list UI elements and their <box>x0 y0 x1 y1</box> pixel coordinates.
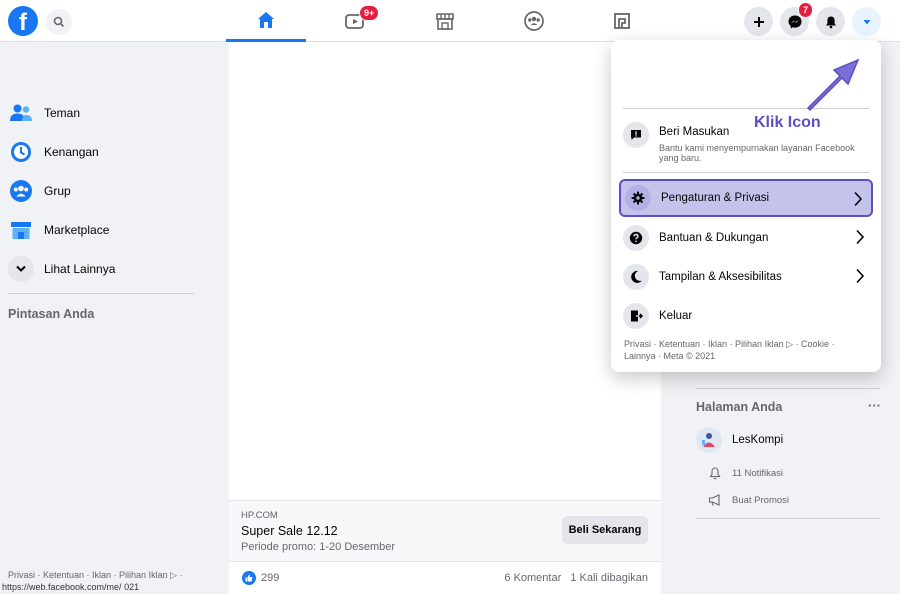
feedback-subtitle: Bantu kami menyempurnakan layanan Facebo… <box>659 143 855 163</box>
menu-item-logout[interactable]: Keluar <box>619 297 873 335</box>
promo-label: Buat Promosi <box>732 494 790 506</box>
bell-icon <box>825 16 836 28</box>
tab-gaming[interactable] <box>582 0 662 42</box>
feed-post: HP.COM Super Sale 12.12 Periode promo: 1… <box>229 42 661 594</box>
feedback-icon <box>623 122 649 148</box>
help-icon <box>623 225 649 251</box>
menu-footer-links[interactable]: Privasi · Ketentuan · Iklan · Pilihan Ik… <box>624 338 864 362</box>
account-menu-button[interactable] <box>852 7 881 36</box>
home-icon <box>258 11 274 28</box>
menu-item-help-support[interactable]: Bantuan & Dukungan <box>619 219 873 257</box>
messenger-button[interactable]: 7 <box>780 2 814 36</box>
chevron-right-icon <box>856 268 865 284</box>
sidebar-item-label: Grup <box>44 184 71 198</box>
post-image[interactable] <box>229 42 661 501</box>
sidebar-item-kenangan[interactable]: Kenangan <box>8 135 198 169</box>
marketplace-icon <box>436 13 454 30</box>
search-icon <box>53 16 65 28</box>
search-button[interactable] <box>46 9 72 35</box>
page-scrollbar[interactable] <box>890 42 900 594</box>
store-icon <box>8 217 34 243</box>
menu-item-label: Tampilan & Aksesibilitas <box>659 271 782 283</box>
video-badge: 9+ <box>359 5 380 21</box>
chevron-right-icon <box>856 229 865 245</box>
ad-bar[interactable]: HP.COM Super Sale 12.12 Periode promo: 1… <box>229 501 661 561</box>
megaphone-icon <box>708 494 722 506</box>
left-footer-links[interactable]: Privasi · Ketentuan · Iklan · Pilihan Ik… <box>8 570 183 581</box>
sidebar-item-label: Kenangan <box>44 145 99 159</box>
sidebar-item-label: Teman <box>44 106 81 120</box>
memories-icon <box>8 139 34 165</box>
engagement-counts: 6 Komentar 1 Kali dibagikan <box>504 572 648 584</box>
status-url: https://web.facebook.com/me/ 021 <box>0 582 142 592</box>
sidebar-item-more[interactable]: Lihat Lainnya <box>8 252 198 286</box>
menu-item-label: Bantuan & Dukungan <box>659 232 769 244</box>
page-create-promo[interactable]: Buat Promosi <box>708 494 789 506</box>
create-button[interactable] <box>744 7 773 36</box>
menu-item-feedback[interactable]: Beri Masukan Bantu kami menyempurnakan l… <box>619 114 873 166</box>
pages-title: Halaman Anda <box>696 400 783 414</box>
buy-now-button[interactable]: Beli Sekarang <box>562 516 648 544</box>
group-icon <box>8 178 34 204</box>
like-icon <box>242 571 256 585</box>
tab-watch[interactable]: 9+ <box>315 0 395 42</box>
menu-divider <box>623 172 869 173</box>
status-url-text: https://web.facebook.com/me/ <box>2 582 122 592</box>
status-url-tail: 021 <box>124 582 140 592</box>
sidebar-item-teman[interactable]: Teman <box>8 96 198 130</box>
annotation-label: Klik Icon <box>754 114 821 131</box>
tab-groups[interactable] <box>494 0 574 42</box>
pages-more-button[interactable]: ··· <box>868 398 881 413</box>
gaming-icon <box>614 13 630 29</box>
menu-item-label: Keluar <box>659 310 693 322</box>
tab-home[interactable] <box>226 0 306 42</box>
sidebar-item-grup[interactable]: Grup <box>8 174 198 208</box>
sidebar-item-label: Marketplace <box>44 223 110 237</box>
comments-count[interactable]: 6 Komentar <box>504 572 561 584</box>
friends-icon <box>8 100 34 126</box>
more-circle <box>8 256 34 282</box>
right-divider <box>696 388 880 389</box>
annotation-arrow <box>806 58 860 112</box>
page-name: LesKompi <box>732 434 784 446</box>
likes-number: 299 <box>261 572 280 584</box>
ad-subtitle: Periode promo: 1-20 Desember <box>241 541 396 553</box>
bell-outline-icon <box>708 467 722 480</box>
chevron-down-icon <box>8 256 34 282</box>
page-notifications[interactable]: 11 Notifikasi <box>708 467 783 480</box>
groups-icon <box>524 11 544 31</box>
facebook-logo[interactable]: f <box>8 6 38 36</box>
chevron-right-icon <box>854 191 863 207</box>
page-item-leskompi[interactable]: LesKompi <box>696 427 783 453</box>
menu-item-settings-privacy[interactable]: Pengaturan & Privasi <box>619 179 873 217</box>
menu-item-label: Pengaturan & Privasi <box>661 192 770 204</box>
shares-count[interactable]: 1 Kali dibagikan <box>570 572 648 584</box>
page-avatar <box>696 427 722 453</box>
caret-down-icon <box>863 19 870 24</box>
messenger-badge: 7 <box>798 2 814 18</box>
feedback-title: Beri Masukan <box>659 126 730 138</box>
likes-count[interactable]: 299 <box>242 571 279 585</box>
sidebar-item-marketplace[interactable]: Marketplace <box>8 213 198 247</box>
ad-title: Super Sale 12.12 <box>241 524 338 538</box>
tab-marketplace[interactable] <box>405 0 485 42</box>
right-divider-bottom <box>696 518 880 519</box>
sidebar-divider <box>8 293 194 294</box>
top-bar: f 9+ 7 <box>0 0 900 42</box>
gear-icon <box>625 185 651 211</box>
shortcuts-title: Pintasan Anda <box>8 307 95 321</box>
left-sidebar: Teman Kenangan Grup Marketplace Lihat La… <box>0 42 205 594</box>
reactions-bar: 299 6 Komentar 1 Kali dibagikan <box>229 561 661 594</box>
logout-icon <box>623 303 649 329</box>
plus-icon <box>753 16 764 27</box>
ad-domain: HP.COM <box>241 510 278 521</box>
sidebar-item-label: Lihat Lainnya <box>44 262 116 276</box>
moon-icon <box>623 264 649 290</box>
menu-item-display-accessibility[interactable]: Tampilan & Aksesibilitas <box>619 258 873 296</box>
notifications-label: 11 Notifikasi <box>732 468 784 479</box>
notifications-button[interactable] <box>816 7 845 36</box>
